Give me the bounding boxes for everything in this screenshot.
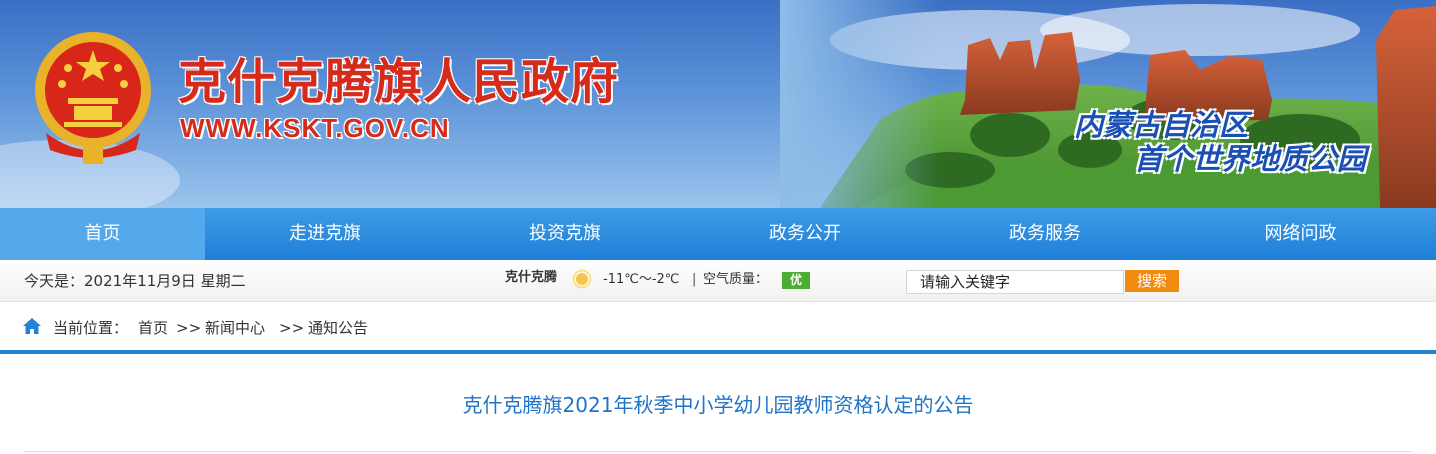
- search-input[interactable]: [906, 270, 1124, 294]
- breadcrumb-notices[interactable]: 通知公告: [308, 302, 368, 354]
- slogan-line-1: 内蒙古自治区: [1074, 108, 1249, 142]
- nav-item-gov-affairs-open[interactable]: 政务公开: [685, 208, 925, 260]
- nav-item-invest[interactable]: 投资克旗: [445, 208, 685, 260]
- weather-temperature: -11℃～-2℃: [603, 272, 680, 287]
- nav-item-online-inquiry[interactable]: 网络问政: [1165, 208, 1436, 260]
- article-divider: [24, 451, 1412, 452]
- weather-separator: |: [692, 272, 697, 287]
- site-name: 克什克腾旗人民政府: [178, 54, 620, 110]
- air-quality-label: 空气质量：: [703, 272, 769, 287]
- nav-item-home[interactable]: 首页: [0, 208, 205, 260]
- header-banner: 克什克腾旗人民政府 WWW.KSKT.GOV.CN 内蒙古自治区 首个世界地质公…: [0, 0, 1436, 208]
- sun-icon: [572, 269, 592, 289]
- breadcrumb: 当前位置： 首页 >> 新闻中心 >> 通知公告: [0, 302, 1436, 352]
- breadcrumb-news-center[interactable]: 新闻中心: [205, 302, 265, 354]
- breadcrumb-label: 当前位置：: [53, 319, 129, 337]
- article-title: 克什克腾旗2021年秋季中小学幼儿园教师资格认定的公告: [462, 393, 974, 417]
- main-nav: 首页 走进克旗 投资克旗 政务公开 政务服务 网络问政: [0, 208, 1436, 260]
- site-url: WWW.KSKT.GOV.CN: [180, 113, 450, 143]
- weather-city: 克什克腾: [505, 270, 558, 285]
- breadcrumb-separator: >>: [176, 319, 202, 337]
- nav-item-gov-services[interactable]: 政务服务: [925, 208, 1165, 260]
- search-button[interactable]: 搜索: [1125, 270, 1179, 292]
- home-icon[interactable]: [22, 317, 42, 335]
- nav-item-about[interactable]: 走进克旗: [205, 208, 445, 260]
- info-bar: 今天是：2021年11月9日 星期二 克什克腾 -11℃～-2℃ | 空气质量：…: [0, 260, 1436, 302]
- current-date: 今天是：2021年11月9日 星期二: [24, 272, 246, 290]
- national-emblem-icon: [35, 32, 151, 164]
- breadcrumb-home[interactable]: 首页: [138, 302, 168, 354]
- breadcrumb-separator: >>: [279, 319, 305, 337]
- section-divider: [0, 350, 1436, 354]
- air-quality-badge: 优: [782, 272, 810, 289]
- slogan-line-2: 首个世界地质公园: [1134, 142, 1367, 176]
